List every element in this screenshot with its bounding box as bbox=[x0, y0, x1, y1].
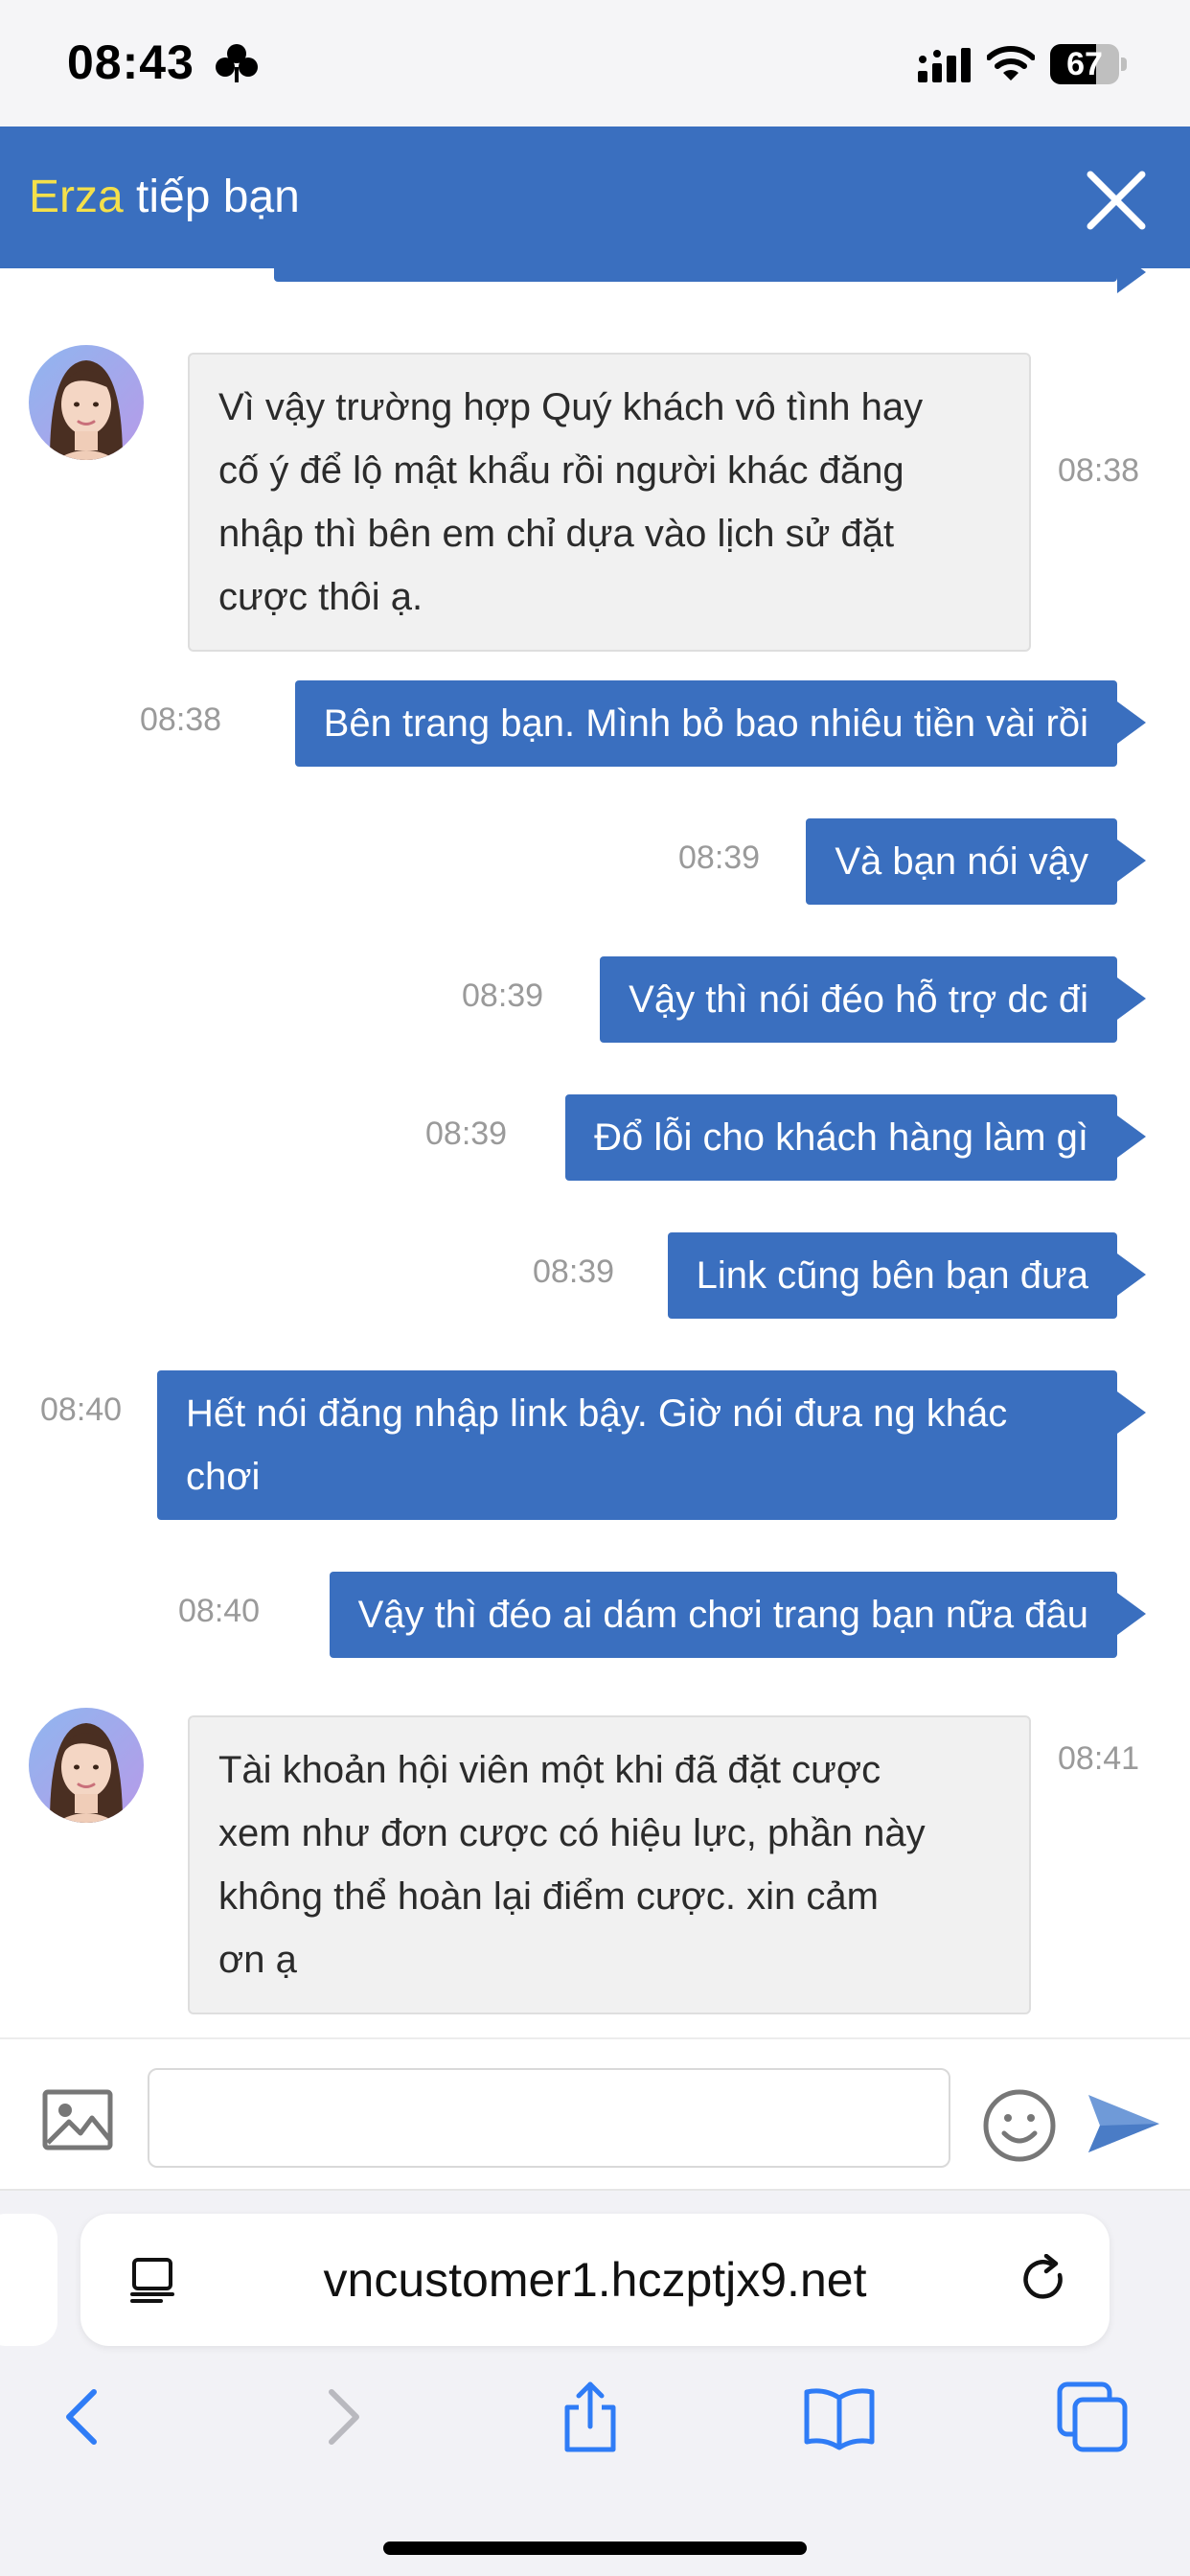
tabs-icon[interactable] bbox=[1054, 2379, 1131, 2455]
chat-header: Erza tiếp bạn bbox=[0, 126, 1190, 268]
wifi-icon bbox=[987, 46, 1035, 80]
message-text-line: Và bạn nói vậy bbox=[835, 840, 1088, 883]
message-text-line: không thể hoàn lại điểm cược. xin cảm bbox=[218, 1875, 879, 1918]
image-upload-icon[interactable] bbox=[42, 2089, 113, 2150]
status-time: 08:43 bbox=[67, 35, 195, 89]
message-timestamp: 08:39 bbox=[533, 1254, 615, 1290]
battery-body: 67 bbox=[1050, 44, 1119, 84]
home-indicator bbox=[383, 2542, 807, 2555]
previous-message-fragment bbox=[274, 268, 1146, 293]
battery-percent: 67 bbox=[1066, 46, 1103, 82]
message-timestamp: 08:39 bbox=[462, 978, 544, 1014]
message-bubble: Vậy thì nói đéo hỗ trợ dc đi bbox=[600, 956, 1146, 1043]
share-icon[interactable] bbox=[552, 2379, 629, 2455]
message-bubble: Hết nói đăng nhập link bậy. Giờ nói đưa … bbox=[157, 1370, 1146, 1520]
message-text-line: Vậy thì nói đéo hỗ trợ dc đi bbox=[629, 978, 1088, 1021]
message-bubble: Tài khoản hội viên một khi đã đặt cược xe… bbox=[188, 1715, 1031, 2014]
message-timestamp: 08:41 bbox=[1058, 1740, 1140, 1777]
battery-indicator: 67 bbox=[1050, 44, 1127, 84]
message-timestamp: 08:39 bbox=[425, 1116, 508, 1152]
agent-avatar bbox=[29, 1708, 144, 1823]
url-text[interactable]: vncustomer1.hczptjx9.net bbox=[80, 2214, 1110, 2346]
message-text-line: Vậy thì đéo ai dám chơi trang bạn nữa đâ… bbox=[357, 1594, 1088, 1636]
battery-tip bbox=[1121, 58, 1127, 71]
message-text-line: chơi bbox=[186, 1456, 261, 1498]
message-text-line: Link cũng bên bạn đưa bbox=[696, 1254, 1088, 1297]
message-timestamp: 08:40 bbox=[40, 1392, 123, 1428]
message-composer bbox=[0, 2037, 1190, 2189]
message-timestamp: 08:38 bbox=[1058, 452, 1140, 489]
reload-icon[interactable] bbox=[1018, 2254, 1069, 2306]
browser-toolbar: vncustomer1.hczptjx9.net bbox=[0, 2189, 1190, 2576]
message-text-line: ơn ạ bbox=[218, 1939, 297, 1981]
send-icon[interactable] bbox=[1087, 2093, 1161, 2154]
chat-title: Erza tiếp bạn bbox=[29, 171, 300, 223]
bookmarks-icon[interactable] bbox=[801, 2379, 878, 2455]
message-bubble: Vậy thì đéo ai dám chơi trang bạn nữa đâ… bbox=[329, 1572, 1147, 1658]
message-timestamp: 08:39 bbox=[678, 840, 761, 876]
message-text-line: Đổ lỗi cho khách hàng làm gì bbox=[594, 1116, 1088, 1159]
back-icon[interactable] bbox=[46, 2379, 123, 2455]
previous-tab-preview[interactable] bbox=[0, 2214, 57, 2346]
cellular-signal-icon bbox=[918, 48, 971, 82]
message-timestamp: 08:38 bbox=[140, 702, 222, 738]
agent-name: Erza bbox=[29, 172, 124, 222]
message-text-line: Tài khoản hội viên một khi đã đặt cược bbox=[218, 1749, 881, 1791]
message-input[interactable] bbox=[148, 2068, 950, 2168]
close-icon[interactable] bbox=[1083, 167, 1150, 234]
message-text-line: xem như đơn cược có hiệu lực, phần này bbox=[218, 1812, 926, 1854]
message-text-line: Bên trang bạn. Mình bỏ bao nhiêu tiền và… bbox=[323, 702, 1088, 745]
message-text-line: cố ý để lộ mật khẩu rồi người khác đăng bbox=[218, 449, 904, 492]
message-text-line: cược thôi ạ. bbox=[218, 576, 423, 618]
message-list[interactable]: Vì vậy trường hợp Quý khách vô tình hay c… bbox=[0, 268, 1190, 2037]
address-bar[interactable]: vncustomer1.hczptjx9.net bbox=[80, 2214, 1110, 2346]
message-text-line: Vì vậy trường hợp Quý khách vô tình hay bbox=[218, 386, 924, 428]
chat-title-text: tiếp bạn bbox=[123, 172, 300, 222]
message-text-line: nhập thì bên em chỉ dựa vào lịch sử đặt bbox=[218, 513, 895, 555]
message-bubble: Và bạn nói vậy bbox=[806, 818, 1146, 905]
clover-focus-icon bbox=[216, 44, 258, 82]
message-bubble: Vì vậy trường hợp Quý khách vô tình hay c… bbox=[188, 353, 1031, 652]
message-text-line: Hết nói đăng nhập link bậy. Giờ nói đưa … bbox=[186, 1392, 1008, 1435]
forward-icon[interactable] bbox=[303, 2379, 379, 2455]
agent-avatar bbox=[29, 345, 144, 460]
status-bar: 08:43 67 bbox=[0, 0, 1190, 126]
message-timestamp: 08:40 bbox=[178, 1593, 261, 1629]
emoji-icon[interactable] bbox=[981, 2087, 1058, 2164]
message-bubble: Đổ lỗi cho khách hàng làm gì bbox=[565, 1094, 1146, 1181]
message-bubble: Bên trang bạn. Mình bỏ bao nhiêu tiền và… bbox=[294, 680, 1147, 767]
message-bubble: Link cũng bên bạn đưa bbox=[667, 1232, 1147, 1319]
